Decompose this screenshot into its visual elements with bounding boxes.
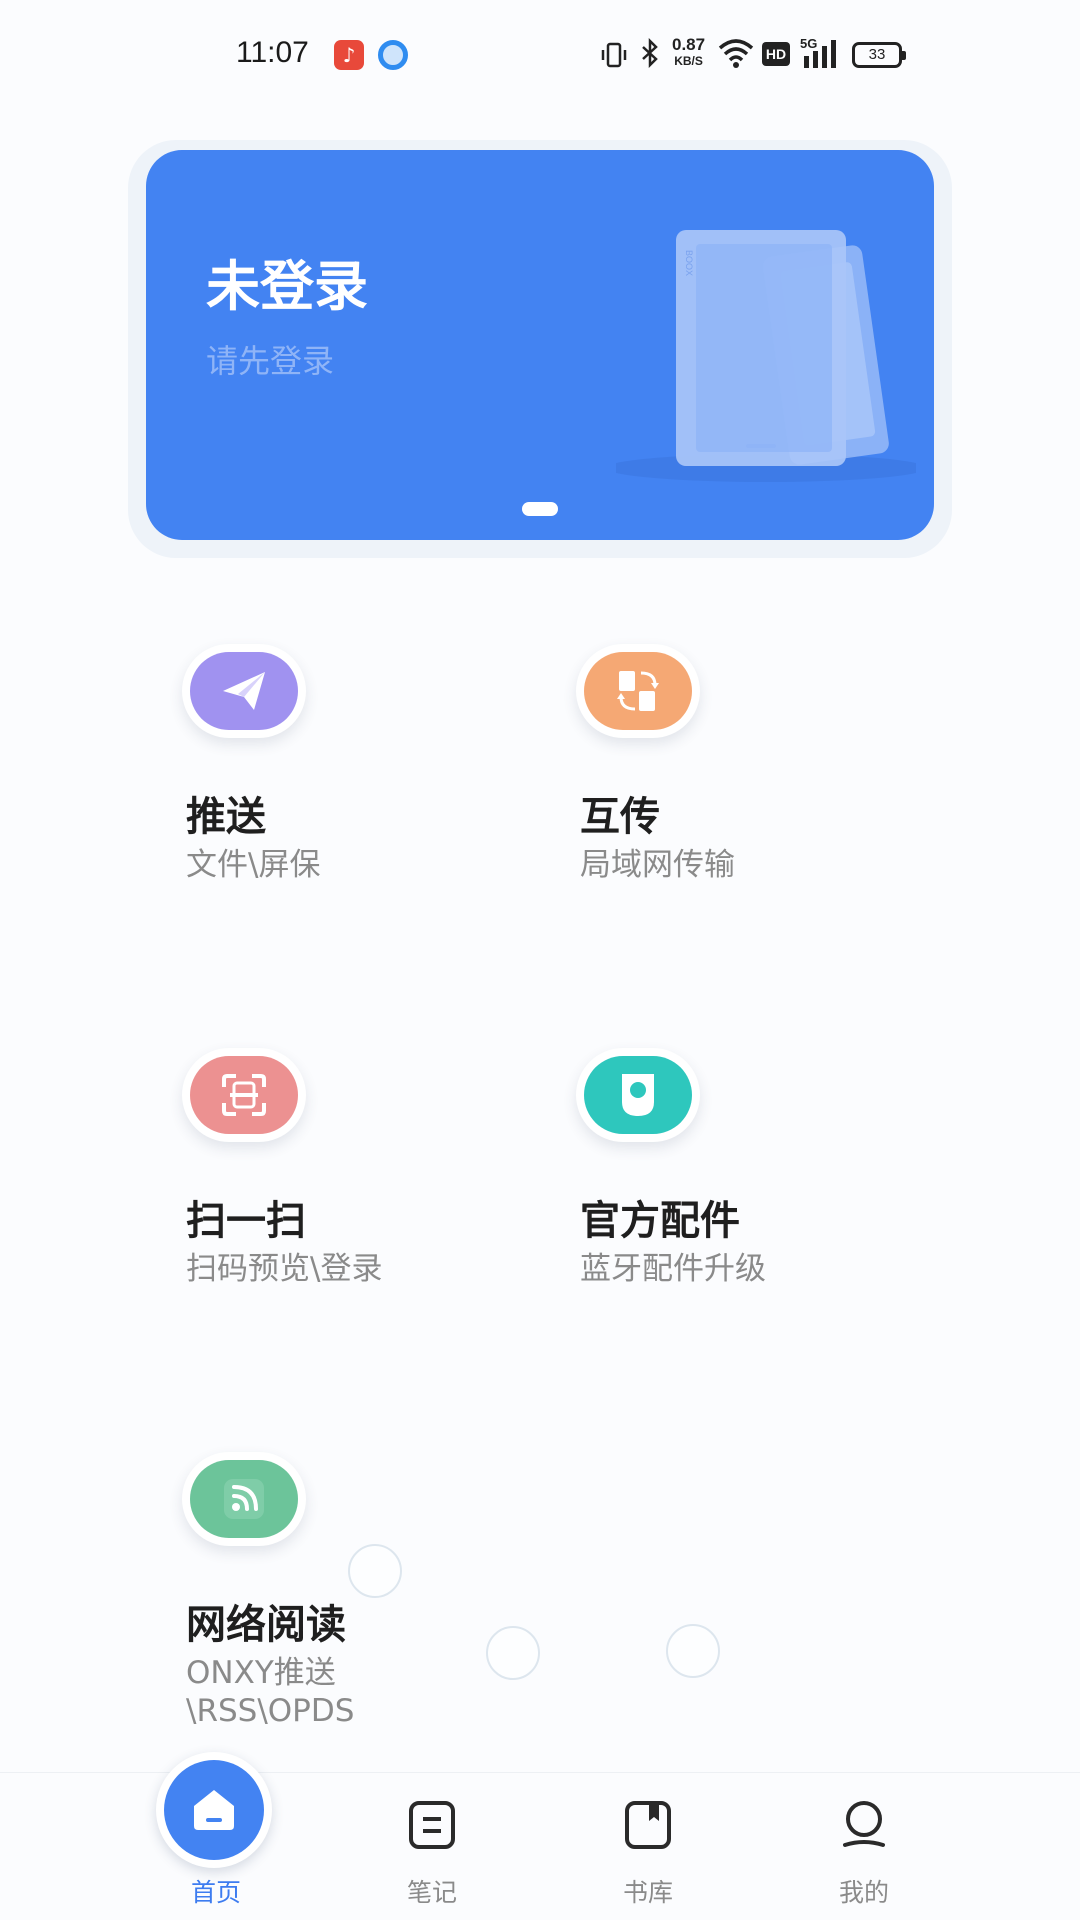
library-icon [625, 1801, 671, 1849]
feature-transfer[interactable]: 互传 局域网传输 [576, 644, 876, 894]
hd-badge: HD [762, 42, 790, 66]
nav-item-library[interactable]: 书库 [548, 1773, 748, 1920]
network-speed: 0.87 KB/S [672, 35, 706, 68]
feature-icon-frame [576, 644, 700, 738]
signal-icon: 5G [800, 36, 836, 68]
feature-desc: 扫码预览\登录 [186, 1251, 383, 1287]
feature-icon-bg [190, 1056, 298, 1134]
feature-desc-line: \RSS\OPDS [186, 1693, 355, 1729]
paper-plane-icon [223, 672, 265, 710]
feature-accessories[interactable]: 官方配件 蓝牙配件升级 [576, 1048, 876, 1298]
feature-push[interactable]: 推送 文件\屏保 [182, 644, 482, 894]
home-screen: 11:07 ♪ 0.87 KB/S HD 5G 33 未登录 请先登录 BOOX… [0, 0, 1080, 1920]
feature-title: 互传 [580, 794, 660, 840]
touch-ripple [486, 1626, 540, 1680]
nav-label: 笔记 [406, 1878, 457, 1907]
login-banner[interactable]: 未登录 请先登录 BOOX [146, 150, 934, 540]
home-button-bg [164, 1760, 264, 1860]
note-icon [409, 1801, 455, 1849]
feature-icon-bg [584, 1056, 692, 1134]
feature-desc: 蓝牙配件升级 [580, 1251, 766, 1287]
feature-desc: ONXY推送 \RSS\OPDS [186, 1654, 354, 1730]
feature-icon-frame [182, 1048, 306, 1142]
browser-app-icon [378, 40, 408, 70]
nav-label: 书库 [622, 1878, 673, 1907]
svg-text:BOOX: BOOX [684, 250, 694, 276]
nav-label: 我的 [838, 1878, 889, 1907]
transfer-icon [617, 671, 659, 711]
feature-icon-bg [584, 652, 692, 730]
music-app-icon: ♪ [334, 40, 364, 70]
feature-desc: 文件\屏保 [186, 847, 321, 883]
feature-web-reading[interactable]: 网络阅读 ONXY推送 \RSS\OPDS [182, 1452, 482, 1742]
status-time: 11:07 [236, 36, 309, 69]
feature-icon-frame [182, 1452, 306, 1546]
touch-ripple [348, 1544, 402, 1598]
feature-title: 扫一扫 [186, 1198, 306, 1244]
vibrate-icon [601, 42, 627, 68]
feature-icon-bg [190, 1460, 298, 1538]
status-bar: 11:07 ♪ 0.87 KB/S HD 5G 33 [0, 0, 1080, 110]
nav-label: 首页 [190, 1878, 241, 1907]
wifi-icon [718, 39, 754, 68]
ereader-device-illustration: BOOX [616, 230, 916, 482]
feature-desc: 局域网传输 [580, 847, 735, 883]
banner-title: 未登录 [206, 255, 368, 318]
feature-desc-line: ONXY推送 [186, 1655, 336, 1691]
feature-title: 官方配件 [580, 1198, 740, 1244]
touch-ripple [666, 1624, 720, 1678]
feature-icon-frame [576, 1048, 700, 1142]
svg-text:5G: 5G [800, 36, 817, 51]
rss-icon [224, 1479, 264, 1519]
feature-icon-frame [182, 644, 306, 738]
feature-title: 推送 [186, 794, 266, 840]
home-button[interactable] [156, 1752, 272, 1868]
nav-item-notes[interactable]: 笔记 [332, 1773, 532, 1920]
feature-title: 网络阅读 [186, 1602, 346, 1648]
nav-item-profile[interactable]: 我的 [764, 1773, 964, 1920]
battery-indicator: 33 [852, 42, 906, 68]
accessory-icon [622, 1074, 654, 1116]
feature-scan[interactable]: 扫一扫 扫码预览\登录 [182, 1048, 482, 1298]
banner-subtitle: 请先登录 [206, 342, 335, 380]
home-icon [194, 1790, 234, 1830]
profile-icon [843, 1801, 885, 1847]
scan-icon [222, 1074, 266, 1116]
carousel-indicator [522, 502, 558, 516]
feature-icon-bg [190, 652, 298, 730]
bluetooth-icon [642, 38, 658, 68]
